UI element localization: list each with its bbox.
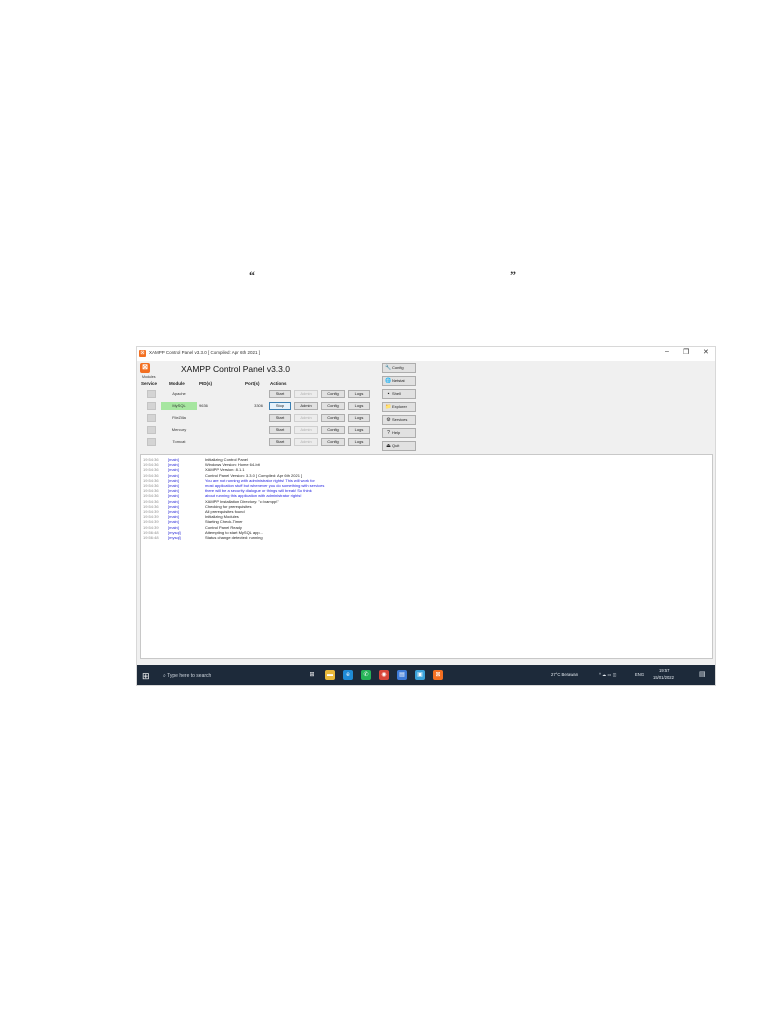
admin-button[interactable]: Admin xyxy=(294,402,318,410)
admin-button[interactable]: Admin xyxy=(294,414,318,422)
app-title: XAMPP Control Panel v3.3.0 xyxy=(181,364,290,374)
logs-button[interactable]: Logs xyxy=(348,402,370,410)
xampp-logo-icon: ⊠ xyxy=(140,363,150,373)
start-button[interactable]: Start xyxy=(269,438,291,446)
store-icon[interactable]: ▤ xyxy=(397,670,407,680)
side-button-label: Shell xyxy=(392,391,401,396)
side-button-label: Netstat xyxy=(392,378,405,383)
log-text: Status change detected: running xyxy=(205,535,263,540)
close-button[interactable]: ✕ xyxy=(703,348,709,356)
module-port: 3306 xyxy=(254,403,263,408)
log-panel[interactable]: 19:54:36 [main] Initializing Control Panel… xyxy=(140,454,713,659)
side-explorer-button[interactable]: 📁Explorer xyxy=(382,402,416,412)
admin-button[interactable]: Admin xyxy=(294,426,318,434)
side-netstat-button[interactable]: 🌐Netstat xyxy=(382,376,416,386)
xampp-icon[interactable]: ⊠ xyxy=(433,670,443,680)
folder-icon: 📁 xyxy=(385,404,392,410)
config-button[interactable]: Config xyxy=(321,414,345,422)
side-help-button[interactable]: ? Help xyxy=(382,428,416,438)
xampp-screenshot: ⊠ XAMPP Control Panel v3.3.0 [ Compiled:… xyxy=(136,346,716,686)
admin-button[interactable]: Admin xyxy=(294,390,318,398)
service-checkbox[interactable] xyxy=(147,390,156,398)
module-name: FileZilla xyxy=(172,415,186,420)
side-services-button[interactable]: ⚙Services xyxy=(382,415,416,425)
side-shell-button[interactable]: ▪ Shell xyxy=(382,389,416,399)
open-quote-mark: “ xyxy=(249,268,255,282)
logs-button[interactable]: Logs xyxy=(348,438,370,446)
close-quote-mark: ” xyxy=(510,268,516,282)
clock-time[interactable]: 19:57 xyxy=(659,668,669,673)
service-checkbox[interactable] xyxy=(147,438,156,446)
help-icon: ? xyxy=(387,430,390,436)
side-quit-button[interactable]: ⏏Quit xyxy=(382,441,416,451)
taskbar-search[interactable]: ⌕ Type here to search xyxy=(159,669,299,683)
side-button-label: Services xyxy=(392,417,408,422)
whatsapp-icon[interactable]: ✆ xyxy=(361,670,371,680)
module-pid: 9636 xyxy=(199,403,208,408)
xampp-icon: ⊠ xyxy=(139,350,146,357)
language-indicator[interactable]: ENG xyxy=(635,672,644,677)
side-button-label: Help xyxy=(392,430,401,435)
minimize-button[interactable]: – xyxy=(665,348,669,355)
module-name: MySQL xyxy=(161,402,197,410)
weather-text[interactable]: 27°C Berawan xyxy=(551,672,578,677)
logs-button[interactable]: Logs xyxy=(348,390,370,398)
header-ports: Port(s) xyxy=(245,381,260,386)
module-name: Mercury xyxy=(171,427,187,432)
title-bar: ⊠ XAMPP Control Panel v3.3.0 [ Compiled:… xyxy=(137,347,715,361)
stop-button[interactable]: Stop xyxy=(269,402,291,410)
services-icon: ⚙ xyxy=(386,417,391,423)
module-name: Tomcat xyxy=(172,439,186,444)
logs-button[interactable]: Logs xyxy=(348,426,370,434)
config-button[interactable]: Config xyxy=(321,390,345,398)
module-name: Apache xyxy=(172,391,186,396)
taskbar: ⊞ ⌕ Type here to search ⊞ ▬ e ✆ ◉ ▤ ▣ ⊠ 27°C Be… xyxy=(137,665,715,685)
config-button[interactable]: Config xyxy=(321,438,345,446)
quit-icon: ⏏ xyxy=(386,443,391,449)
terminal-icon: ▪ xyxy=(387,391,390,397)
side-button-label: Quit xyxy=(392,443,400,448)
wrench-icon: 🔧 xyxy=(385,365,392,371)
start-button[interactable]: Start xyxy=(269,426,291,434)
maximize-button[interactable]: ❐ xyxy=(683,348,689,356)
config-button[interactable]: Config xyxy=(321,426,345,434)
globe-icon: 🌐 xyxy=(385,378,392,384)
task-view-icon[interactable]: ⊞ xyxy=(307,670,317,680)
chrome-icon[interactable]: ◉ xyxy=(379,670,389,680)
side-button-label: Explorer xyxy=(392,404,407,409)
start-button[interactable]: Start xyxy=(269,414,291,422)
notification-icon[interactable]: ▤ xyxy=(699,670,706,678)
edge-icon[interactable]: e xyxy=(343,670,353,680)
logs-button[interactable]: Logs xyxy=(348,414,370,422)
log-module: [mysql] xyxy=(168,535,181,540)
windows-start-icon[interactable]: ⊞ xyxy=(142,671,150,682)
clock-date[interactable]: 15/01/2022 xyxy=(653,675,674,680)
header-pids: PID(s) xyxy=(199,381,213,386)
window-title: XAMPP Control Panel v3.3.0 [ Compiled: A… xyxy=(149,350,260,355)
config-button[interactable]: Config xyxy=(321,402,345,410)
header-service: Service xyxy=(141,381,158,386)
side-config-button[interactable]: 🔧Config xyxy=(382,363,416,373)
modules-label: Modules xyxy=(142,375,156,379)
header-actions: Actions xyxy=(270,381,287,386)
service-checkbox[interactable] xyxy=(147,402,156,410)
app-icon[interactable]: ▣ xyxy=(415,670,425,680)
service-checkbox[interactable] xyxy=(147,414,156,422)
service-checkbox[interactable] xyxy=(147,426,156,434)
file-manager-icon[interactable]: ▬ xyxy=(325,670,335,680)
log-time: 19:56:48 xyxy=(143,535,159,540)
side-button-label: Config xyxy=(392,365,404,370)
admin-button[interactable]: Admin xyxy=(294,438,318,446)
tray-icons[interactable]: ^ ☁ ▭ ◫ xyxy=(599,672,617,677)
header-module: Module xyxy=(169,381,185,386)
search-placeholder: Type here to search xyxy=(167,673,212,679)
start-button[interactable]: Start xyxy=(269,390,291,398)
